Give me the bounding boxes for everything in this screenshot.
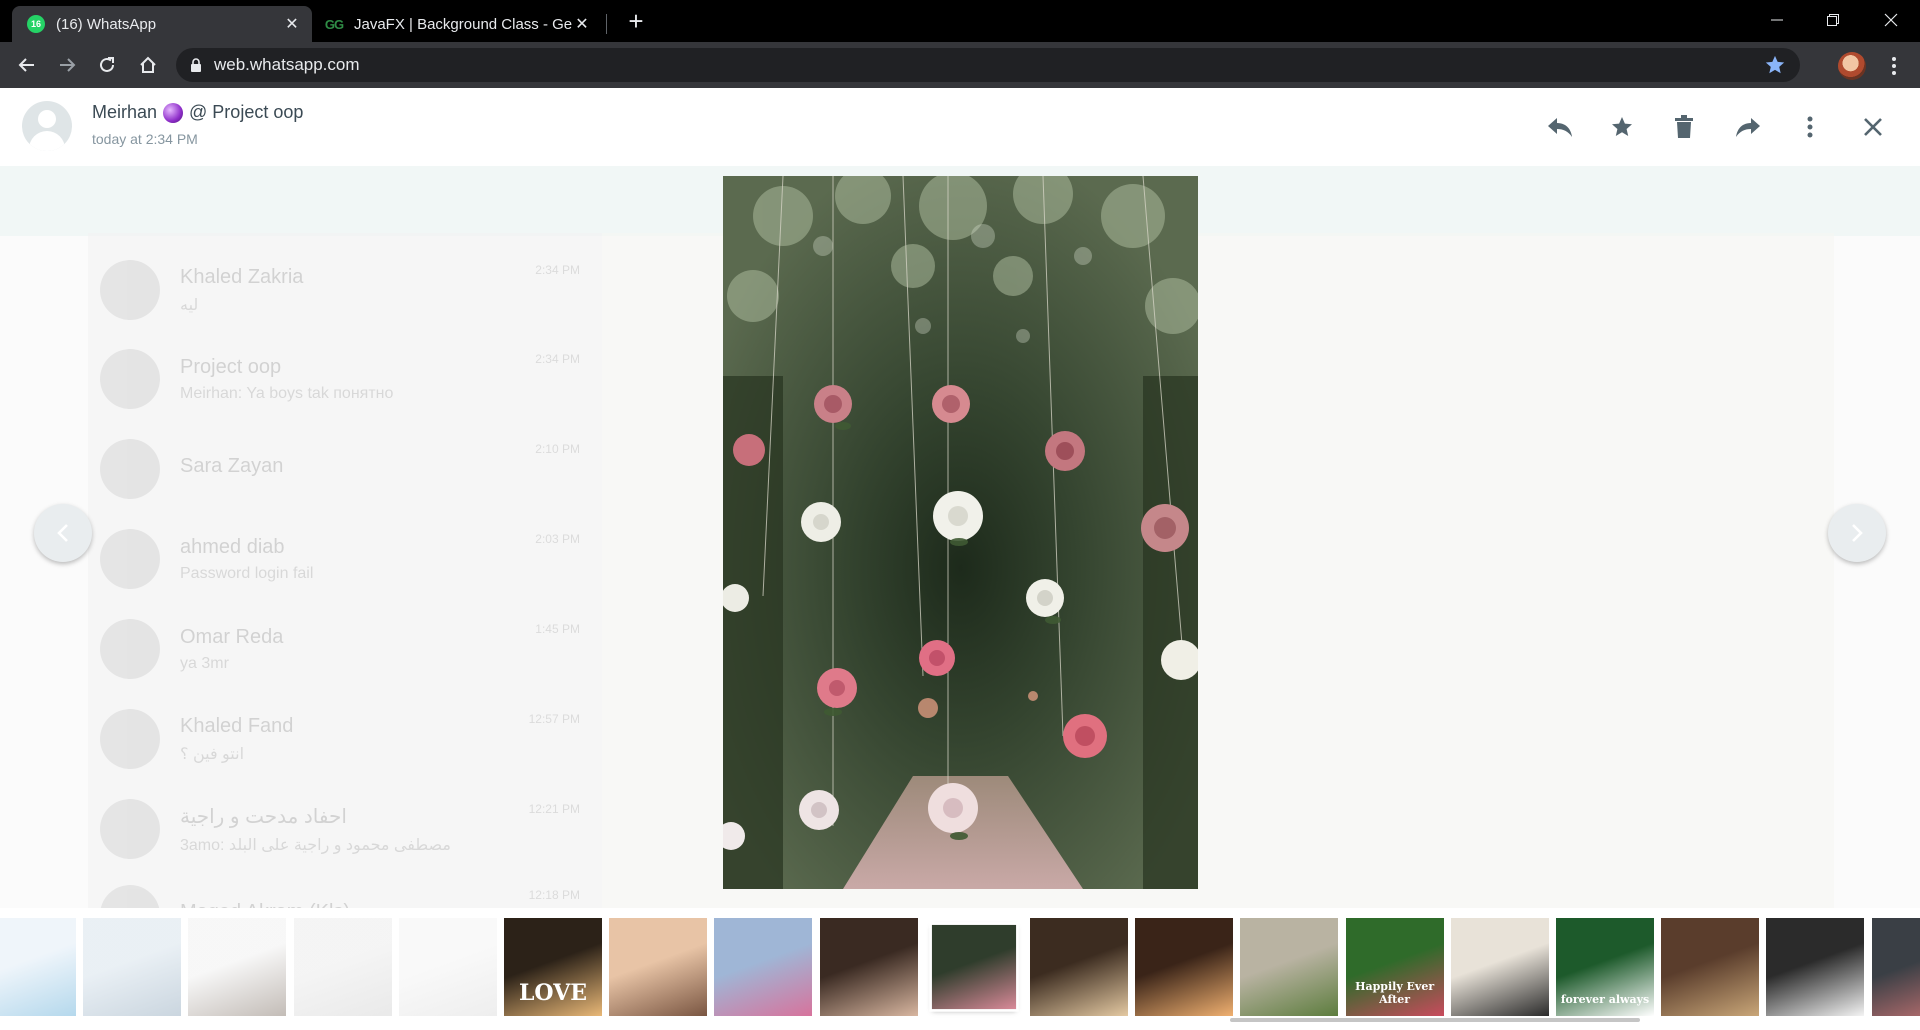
thumb-hanging-roses[interactable] [929,922,1019,1012]
tab-divider [606,14,607,34]
address-bar: web.whatsapp.com [0,42,1920,88]
window-close-icon[interactable] [1868,0,1914,40]
tab-javafx[interactable]: GG JavaFX | Background Class - Geek ✕ [312,6,602,42]
thumb-pink-arch[interactable] [714,918,813,1016]
reload-icon[interactable] [92,50,122,80]
close-icon[interactable]: ✕ [572,14,592,34]
whatsapp-icon: 16 [26,14,46,34]
chevron-left-icon [57,524,68,542]
tab-title: (16) WhatsApp [56,15,157,33]
background-chat-row: احفاد مدحت و راجية 3amo: مصطفى محمود و را… [100,790,590,868]
media-thumbnail-strip: LOVE Happily Ever After forever always [0,908,1920,1030]
background-chat-row: Khaled Fand انتو فين ؟ 12:57 PM [100,700,590,778]
thumb-round-arch[interactable] [1240,918,1339,1016]
tab-title: JavaFX | Background Class - Geek [354,15,572,33]
background-chat-row: Project oop Meirhan: Ya boys tak понятно 2… [100,340,590,418]
forward-icon[interactable] [1733,112,1763,142]
chevron-right-icon [1852,524,1863,542]
geeksforgeeks-icon: GG [324,16,344,32]
thumb-candle-chandelier[interactable] [1135,918,1234,1016]
url-text: web.whatsapp.com [214,55,360,74]
home-icon[interactable] [133,50,163,80]
menu-icon[interactable] [1795,112,1825,142]
viewer-header: Meirhan @ Project oop today at 2:34 PM [0,88,1920,166]
chat-name: @ Project oop [189,102,304,122]
omnibox[interactable]: web.whatsapp.com [176,48,1800,82]
thumb-web-screenshot[interactable] [398,918,497,1016]
sender-name: Meirhan [92,102,158,122]
forward-icon[interactable] [52,50,82,80]
thumbnail-label: LOVE [518,980,588,1006]
thumb-sunset-tables[interactable] [609,918,708,1016]
profile-avatar[interactable] [1838,52,1866,80]
tab-strip: 16 (16) WhatsApp ✕ GG JavaFX | Backgroun… [0,0,1920,42]
close-icon[interactable]: ✕ [282,14,302,34]
next-media-button[interactable] [1828,504,1886,562]
thumb-gray-screen[interactable] [293,918,392,1016]
thumb-daisies[interactable] [1766,918,1865,1016]
crystal-ball-emoji [163,102,184,123]
tab-whatsapp[interactable]: 16 (16) WhatsApp ✕ [12,6,312,42]
thumb-pampas-flowers[interactable] [819,918,918,1016]
thumbnail-label: Happily Ever After [1355,980,1435,1006]
media-viewer: Khaled Zakria ليه 2:34 PM Project oop Meirh… [0,88,1920,1030]
thumbnail-label: forever always [1560,993,1650,1006]
thumbnail-scrollbar[interactable] [1230,1018,1640,1022]
thumb-greenery-wall[interactable]: Happily Ever After [1345,918,1444,1016]
message-timestamp: today at 2:34 PM [92,131,198,147]
previous-media-button[interactable] [34,504,92,562]
browser-menu-icon[interactable] [1884,52,1904,80]
bookmark-star-icon[interactable] [1764,54,1786,76]
background-chat-row: Sara Zayan 2:10 PM [100,430,590,508]
background-chat-row: ahmed diab Password login fail 2:03 PM [100,520,590,598]
background-chat-row: Khaled Zakria ليه 2:34 PM [100,251,590,329]
restore-icon[interactable] [1810,0,1856,40]
thumb-glass-building[interactable] [83,918,182,1016]
thumb-forever-always-sign[interactable]: forever always [1556,918,1654,1016]
thumb-invitation-card[interactable] [1661,918,1760,1016]
delete-icon[interactable] [1669,112,1699,142]
sender-info: Meirhan @ Project oop today at 2:34 PM [92,102,303,147]
thumb-love-sign[interactable]: LOVE [504,918,602,1016]
close-icon[interactable] [1858,112,1888,142]
new-tab-button[interactable]: + [622,6,650,36]
thumb-reception-hall[interactable] [1030,918,1128,1016]
lock-icon [191,58,201,72]
thumb-dark-floral[interactable] [1871,918,1920,1016]
back-icon[interactable] [12,50,42,80]
background-chat-row: Omar Reda ya 3mr 1:45 PM [100,610,590,688]
reply-icon[interactable] [1545,112,1575,142]
avatar[interactable] [22,101,72,151]
thumb-lantern-table[interactable] [1450,918,1549,1016]
thumb-people-sitting[interactable] [188,918,287,1016]
minimize-icon[interactable] [1754,0,1800,40]
hanging-roses-photo[interactable] [723,176,1198,889]
star-icon[interactable] [1607,112,1637,142]
thumb-blue-boxes[interactable] [0,918,76,1016]
